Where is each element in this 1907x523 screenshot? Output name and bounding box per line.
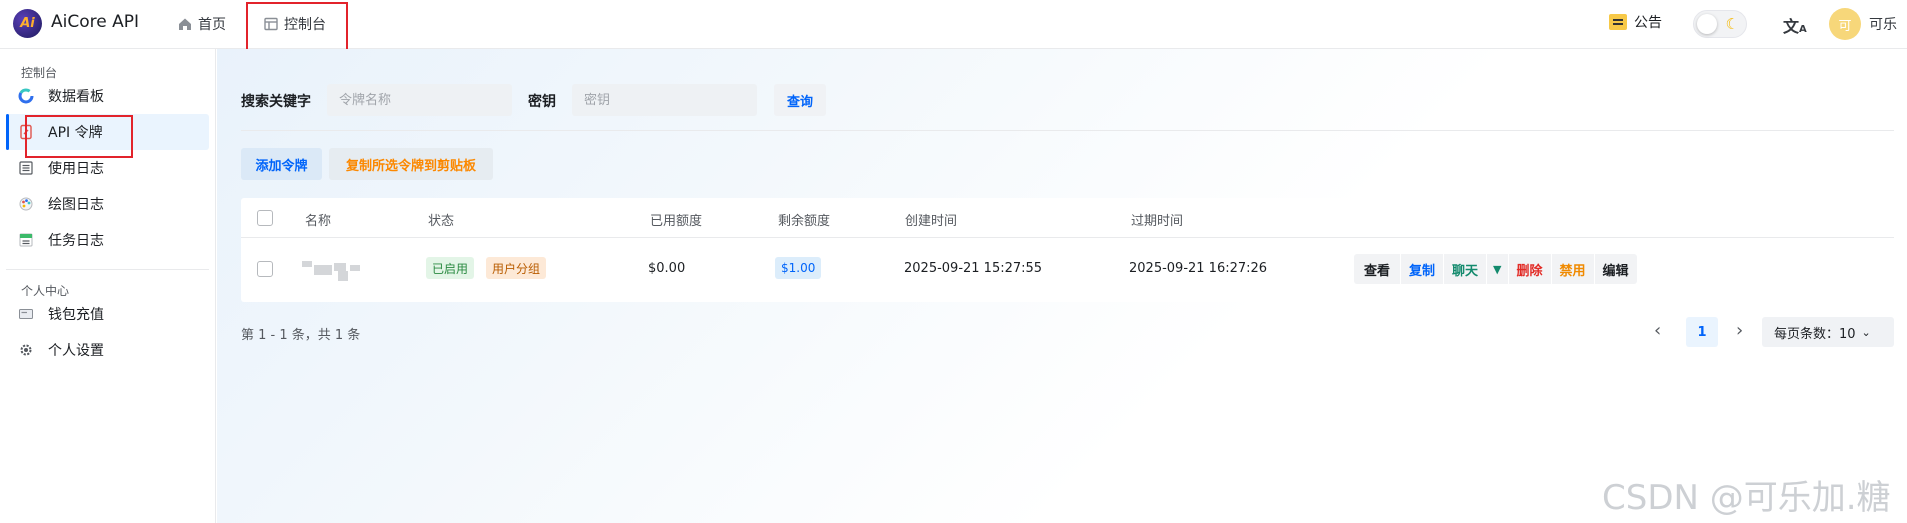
used-quota: $0.00: [648, 261, 686, 276]
table-header-divider: [241, 237, 1894, 238]
copy-selected-button[interactable]: 复制所选令牌到剪贴板: [329, 148, 493, 180]
settings-icon: [18, 342, 34, 358]
notice-icon: [1609, 14, 1627, 30]
sidebar-item-label: 个人设置: [48, 343, 104, 359]
header-created[interactable]: 创建时间: [905, 210, 957, 229]
username[interactable]: 可乐: [1869, 14, 1897, 34]
wallet-icon: [18, 306, 34, 322]
page-size-select[interactable]: 每页条数：10 ⌄: [1762, 317, 1894, 347]
list-icon: [18, 160, 34, 176]
divider: [241, 130, 1894, 131]
page-size-label: 每页条数：10: [1774, 326, 1856, 342]
group-badge: 用户分组: [486, 257, 547, 279]
remaining-quota-badge: $1.00: [775, 257, 822, 279]
dashboard-icon: [18, 88, 34, 104]
sidebar-item-task-log[interactable]: 任务日志: [6, 222, 209, 258]
sidebar-item-dashboard[interactable]: 数据看板: [6, 78, 209, 114]
sidebar-divider: [6, 269, 209, 270]
sidebar-item-label: 使用日志: [48, 161, 104, 177]
status-badge: 已启用: [426, 257, 475, 279]
header-remaining[interactable]: 剩余额度: [778, 210, 830, 229]
highlight-box-console: [246, 2, 348, 51]
sidebar-item-drawing-log[interactable]: 绘图日志: [6, 186, 209, 222]
token-name-redacted: [302, 259, 362, 281]
notice-button[interactable]: 公告: [1609, 12, 1662, 32]
app-logo[interactable]: Ai: [13, 9, 42, 38]
expire-time: 2025-09-21 16:27:26: [1129, 261, 1268, 276]
header-used[interactable]: 已用额度: [650, 210, 702, 229]
home-icon: [178, 17, 192, 31]
translate-icon[interactable]: 文A: [1783, 13, 1807, 37]
header-status[interactable]: 状态: [428, 210, 454, 229]
select-all-checkbox[interactable]: [257, 210, 273, 226]
avatar[interactable]: 可: [1829, 8, 1861, 40]
key-input[interactable]: [572, 84, 757, 116]
keyword-label: 搜索关键字: [241, 94, 311, 110]
highlight-box-api-token: [25, 115, 133, 158]
keyword-input[interactable]: [327, 84, 512, 116]
chat-button[interactable]: 聊天: [1444, 254, 1488, 284]
key-label: 密钥: [528, 94, 556, 110]
delete-button[interactable]: 删除: [1509, 254, 1552, 284]
sidebar-item-settings[interactable]: 个人设置: [6, 332, 209, 368]
sidebar-item-wallet[interactable]: 钱包充值: [6, 296, 209, 332]
sidebar-item-label: 绘图日志: [48, 197, 104, 213]
sidebar-item-label: 钱包充值: [48, 307, 104, 323]
header-name[interactable]: 名称: [305, 210, 331, 229]
app-name[interactable]: AiCore API: [51, 12, 139, 32]
theme-toggle[interactable]: ☾: [1693, 10, 1747, 38]
nav-home-label: 首页: [198, 17, 226, 33]
chat-dropdown-icon[interactable]: ▼: [1487, 254, 1509, 284]
sidebar-item-label: 数据看板: [48, 89, 104, 105]
chevron-right-icon[interactable]: ›: [1736, 320, 1743, 342]
query-button[interactable]: 查询: [774, 84, 826, 116]
copy-button[interactable]: 复制: [1401, 254, 1445, 284]
header-expires[interactable]: 过期时间: [1131, 210, 1183, 229]
disable-button[interactable]: 禁用: [1552, 254, 1595, 284]
row-actions: 查看 复制 聊天 ▼ 删除 禁用 编辑: [1354, 254, 1637, 284]
token-table: [241, 198, 1894, 302]
task-icon: [18, 232, 34, 248]
palette-icon: [18, 196, 34, 212]
page-number[interactable]: 1: [1686, 317, 1718, 347]
watermark: CSDN @可乐加.糖: [1602, 478, 1891, 518]
edit-button[interactable]: 编辑: [1595, 254, 1637, 284]
nav-home[interactable]: 首页: [178, 13, 226, 35]
chevron-left-icon[interactable]: ‹: [1654, 320, 1661, 342]
created-time: 2025-09-21 15:27:55: [904, 261, 1043, 276]
view-button[interactable]: 查看: [1354, 254, 1402, 284]
chevron-down-icon: ⌄: [1861, 325, 1871, 339]
moon-icon: ☾: [1725, 15, 1739, 33]
sidebar-item-label: 任务日志: [48, 233, 104, 249]
toggle-knob: [1697, 14, 1717, 34]
pagination-info: 第 1 - 1 条，共 1 条: [241, 328, 361, 343]
notice-label: 公告: [1634, 15, 1662, 31]
row-checkbox[interactable]: [257, 261, 273, 277]
add-token-button[interactable]: 添加令牌: [241, 148, 322, 180]
